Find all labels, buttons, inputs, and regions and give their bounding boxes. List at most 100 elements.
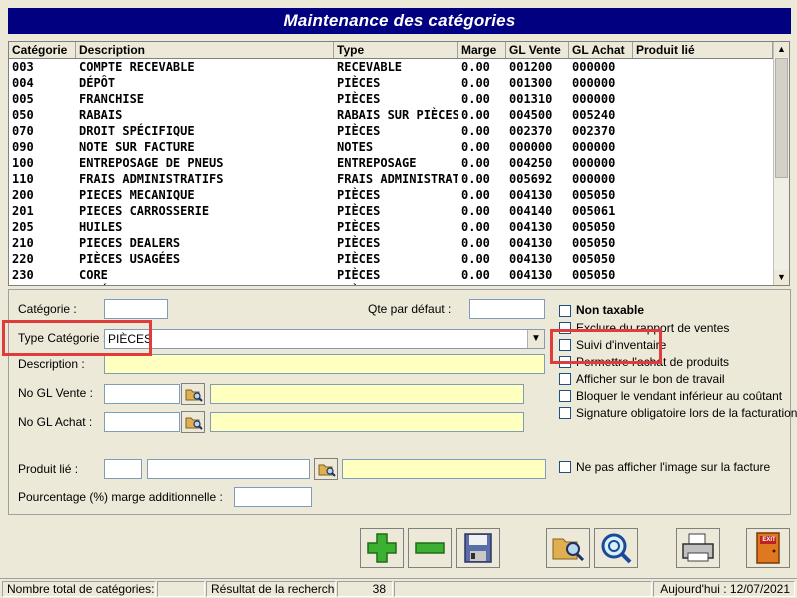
- scroll-up-icon[interactable]: ▲: [774, 42, 789, 57]
- gl-achat-description: [210, 412, 524, 432]
- cell-categorie: 005: [12, 92, 34, 106]
- grid-scrollbar[interactable]: ▲ ▼: [773, 42, 789, 285]
- column-header-type[interactable]: Type: [334, 42, 458, 58]
- bloquer-vendant-checkbox[interactable]: [559, 390, 571, 402]
- categories-grid[interactable]: Catégorie Description Type Marge GL Vent…: [8, 41, 790, 286]
- cell-marge: 0.00: [461, 268, 490, 282]
- cell-type: NOTES: [337, 140, 374, 154]
- scroll-down-icon[interactable]: ▼: [774, 270, 789, 285]
- cell-description: PIECES DEALERS: [79, 236, 181, 250]
- pourcentage-input[interactable]: [234, 487, 312, 507]
- table-row[interactable]: 110 FRAIS ADMINISTRATIFS FRAIS ADMINISTRAT…: [9, 171, 773, 187]
- produit-lie-lookup-button[interactable]: [314, 458, 338, 480]
- save-icon: [464, 533, 492, 563]
- non-taxable-checkbox[interactable]: [559, 305, 571, 317]
- table-row[interactable]: 003 COMPTE RECEVABLE RECEVABLE 0.00 001200 00…: [9, 59, 773, 75]
- remove-icon: [415, 542, 445, 554]
- gl-achat-label: No GL Achat :: [18, 415, 93, 429]
- cell-produit-lie: [633, 187, 773, 203]
- cell-marge: 0.00: [461, 204, 490, 218]
- column-header-categorie[interactable]: Catégorie: [9, 42, 76, 58]
- produit-lie-name-input[interactable]: [147, 459, 310, 479]
- print-button[interactable]: [676, 528, 720, 568]
- table-row[interactable]: 070 DROIT SPÉCIFIQUE PIÈCES 0.00 002370 00237…: [9, 123, 773, 139]
- highlight-type-categorie: [2, 320, 152, 356]
- highlight-suivi-inventaire: [550, 329, 662, 364]
- cell-type: PIÈCES: [337, 252, 381, 266]
- table-row[interactable]: 205 HUILES PIÈCES 0.00 004130 005050: [9, 219, 773, 235]
- table-row[interactable]: 004 DÉPÔT PIÈCES 0.00 001300 000000: [9, 75, 773, 91]
- qte-defaut-input[interactable]: [469, 299, 545, 319]
- afficher-bon-travail-checkbox[interactable]: [559, 373, 571, 385]
- result-label: Résultat de la recherche:: [206, 581, 336, 597]
- gl-achat-lookup-button[interactable]: [181, 411, 205, 433]
- type-categorie-select[interactable]: PIÈCES ▼: [104, 329, 545, 349]
- table-row[interactable]: 220 PIÈCES USAGÉES PIÈCES 0.00 004130 005050: [9, 251, 773, 267]
- column-header-marge[interactable]: Marge: [458, 42, 506, 58]
- table-row[interactable]: 005 FRANCHISE PIÈCES 0.00 001310 000000: [9, 91, 773, 107]
- gl-vente-lookup-button[interactable]: [181, 383, 205, 405]
- cell-produit-lie: [633, 203, 773, 219]
- cell-gl-vente: 000000: [509, 140, 553, 154]
- gl-vente-input[interactable]: [104, 384, 180, 404]
- cell-description: PIÈCES USAGÉES: [79, 252, 181, 266]
- exit-button[interactable]: EXIT: [746, 528, 790, 568]
- signature-obligatoire-checkbox[interactable]: [559, 407, 571, 419]
- cell-gl-achat: 005050: [572, 252, 616, 266]
- cell-marge: 0.00: [461, 188, 490, 202]
- ne-pas-afficher-image-checkbox[interactable]: [559, 461, 571, 473]
- save-button[interactable]: [456, 528, 500, 568]
- scroll-thumb[interactable]: [775, 58, 788, 178]
- remove-button[interactable]: [408, 528, 452, 568]
- add-button[interactable]: [360, 528, 404, 568]
- chevron-down-icon[interactable]: ▼: [527, 330, 544, 348]
- afficher-bon-travail-label: Afficher sur le bon de travail: [576, 372, 725, 386]
- produit-lie-code-input[interactable]: [104, 459, 142, 479]
- cell-description: NOTE SUR FACTURE: [79, 140, 195, 154]
- cell-gl-vente: 001200: [509, 60, 553, 74]
- column-header-gl-achat[interactable]: GL Achat: [569, 42, 633, 58]
- cell-gl-vente: 005692: [509, 172, 553, 186]
- zoom-button[interactable]: [594, 528, 638, 568]
- cell-marge: 0.00: [461, 140, 490, 154]
- table-row[interactable]: 100 ENTREPOSAGE DE PNEUS ENTREPOSAGE 0.00 00…: [9, 155, 773, 171]
- cell-categorie: 205: [12, 220, 34, 234]
- table-row[interactable]: 201 PIECES CARROSSERIE PIÈCES 0.00 004140 005…: [9, 203, 773, 219]
- cell-description: ENTREPOSAGE DE PNEUS: [79, 156, 224, 170]
- table-row[interactable]: 090 NOTE SUR FACTURE NOTES 0.00 000000 000000: [9, 139, 773, 155]
- cell-description: MATÉRIEL DE CARROSSERIE: [76, 283, 334, 285]
- cell-marge: 0.00: [461, 236, 490, 250]
- status-bar: Nombre total de catégories: Résultat de …: [0, 578, 797, 598]
- produit-lie-description: [342, 459, 546, 479]
- description-input[interactable]: [104, 354, 545, 374]
- cell-produit-lie: [633, 107, 773, 123]
- cell-type: PIÈCES: [337, 76, 381, 90]
- cell-marge: 0.00: [461, 124, 490, 138]
- cell-categorie: 201: [12, 204, 34, 218]
- table-row[interactable]: 240MATÉRIEL DE CARROSSERIEPIÈCES0.000041…: [9, 283, 773, 285]
- cell-produit-lie: [633, 171, 773, 187]
- cell-gl-achat: 002370: [572, 124, 616, 138]
- grid-body: 003 COMPTE RECEVABLE RECEVABLE 0.00 001200 00…: [9, 59, 773, 285]
- column-header-gl-vente[interactable]: GL Vente: [506, 42, 569, 58]
- table-row[interactable]: 230 CORE PIÈCES 0.00 004130 005050: [9, 267, 773, 283]
- column-header-produit-lie[interactable]: Produit lié: [633, 42, 773, 58]
- search-button[interactable]: [546, 528, 590, 568]
- non-taxable-label: Non taxable: [576, 303, 645, 317]
- cell-type: PIÈCES: [337, 268, 381, 282]
- cell-gl-vente: 004130: [509, 236, 553, 250]
- categorie-input[interactable]: [104, 299, 168, 319]
- table-row[interactable]: 210 PIECES DEALERS PIÈCES 0.00 004130 005050: [9, 235, 773, 251]
- cell-gl-vente: 004130: [509, 188, 553, 202]
- gl-achat-input[interactable]: [104, 412, 180, 432]
- cell-produit-lie: [633, 155, 773, 171]
- total-label: Nombre total de catégories:: [2, 581, 156, 597]
- table-row[interactable]: 050 RABAIS RABAIS SUR PIÈCES 0.00 004500 0052…: [9, 107, 773, 123]
- cell-gl-achat: 005050: [572, 188, 616, 202]
- print-icon: [682, 533, 714, 562]
- table-row[interactable]: 200 PIECES MECANIQUE PIÈCES 0.00 004130 00505…: [9, 187, 773, 203]
- column-header-description[interactable]: Description: [76, 42, 334, 58]
- cell-categorie: 240: [9, 283, 76, 285]
- cell-type: PIÈCES: [337, 220, 381, 234]
- status-spacer: [394, 581, 652, 597]
